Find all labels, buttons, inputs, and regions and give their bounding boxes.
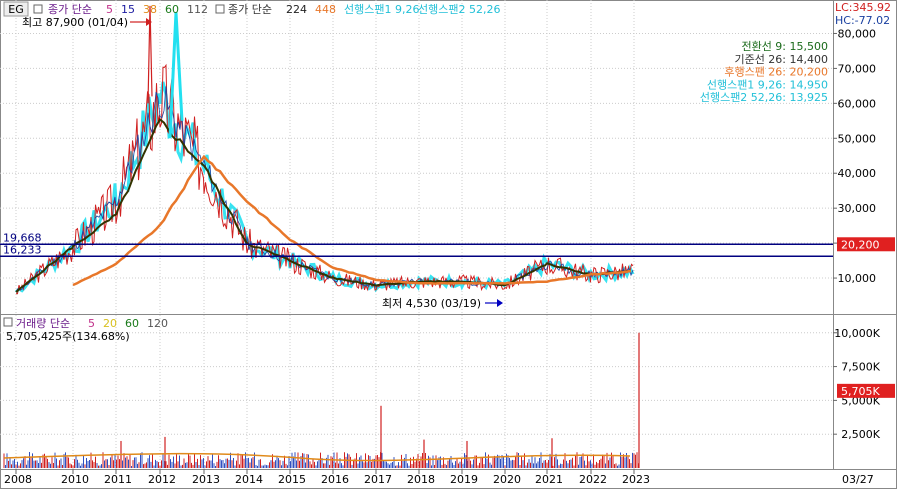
legend-ma-38: 38: [143, 3, 157, 16]
price-axis-label: 70,000: [838, 62, 877, 75]
date-axis-label: 2012: [148, 473, 176, 486]
volume-axis-label: 10,000K: [834, 327, 880, 340]
ichimoku-value-1: 전환선 9: 15,500: [741, 40, 828, 53]
date-axis-label: 2018: [407, 473, 435, 486]
stock-chart: 19,668 16,233 최고 87,900 (01/04) 최저 4,530 (0…: [0, 0, 897, 489]
legend-ma-112: 112: [187, 3, 208, 16]
volume-axis-label: 7,500K: [841, 361, 880, 374]
volume-tag: 5,705K: [841, 385, 880, 398]
price-axis-label: 30,000: [838, 202, 877, 215]
date-axis-label: 2021: [535, 473, 563, 486]
volume-legend-ma-120: 120: [147, 317, 168, 330]
ichimoku-value-2: 기준선 26: 14,400: [734, 53, 828, 66]
legend-ichimoku-2: 선행스팬2 52,26: [418, 3, 500, 16]
date-axis-label: 2022: [579, 473, 607, 486]
price-axis-label: 50,000: [838, 132, 877, 145]
volume-axis-label: 2,500K: [841, 428, 880, 441]
legend-ma-5: 5: [106, 3, 113, 16]
legend-ma-224: 224: [286, 3, 307, 16]
date-axis-label: 2016: [321, 473, 349, 486]
volume-legend-ma-20: 20: [103, 317, 117, 330]
lc-label: LC:345.92: [835, 1, 891, 14]
date-axis-label: 2011: [104, 473, 132, 486]
ichimoku-value-5: 선행스팬2 52,26: 13,925: [700, 91, 828, 104]
volume-legend-ma-60: 60: [125, 317, 139, 330]
symbol-label: EG: [8, 3, 23, 16]
date-axis-label: 2013: [192, 473, 220, 486]
hc-label: HC:-77.02: [835, 14, 890, 27]
legend-long-label: 종가 단순: [228, 3, 272, 16]
price-axis-label: 40,000: [838, 167, 877, 180]
date-axis-label: 2014: [235, 473, 263, 486]
min-annotation: 최저 4,530 (03/19): [382, 297, 481, 310]
legend-ma-15: 15: [121, 3, 135, 16]
volume-info: 5,705,425주(134.68%): [6, 330, 130, 343]
hline-label-lower: 16,233: [3, 243, 42, 256]
date-axis-label: 2023: [622, 473, 650, 486]
date-axis-label: 2015: [278, 473, 306, 486]
date-axis-label: 2017: [364, 473, 392, 486]
legend-ma-60: 60: [165, 3, 179, 16]
ichimoku-value-4: 선행스팬1 9,26: 14,950: [707, 78, 828, 91]
date-axis-label: 2010: [61, 473, 89, 486]
max-annotation: 최고 87,900 (01/04): [22, 16, 128, 29]
price-axis-label: 10,000: [838, 272, 877, 285]
volume-legend-label: 거래량 단순: [16, 317, 70, 330]
legend-ma-448: 448: [315, 3, 336, 16]
legend-ichimoku-1: 선행스팬1 9,26: [344, 3, 419, 16]
price-axis-label: 80,000: [838, 27, 877, 40]
legend-price-label: 종가 단순: [48, 3, 92, 16]
date-axis-label: 2008: [4, 473, 32, 486]
current-price-tag: 20,200: [841, 238, 880, 251]
date-axis-label: 2020: [493, 473, 521, 486]
chart-canvas[interactable]: 19,66816,233최고 87,900 (01/04)최저 4,530 (0…: [0, 0, 897, 489]
date-axis-label: 2019: [450, 473, 478, 486]
ichimoku-value-3: 후행스팬 26: 20,200: [724, 66, 828, 79]
price-axis-label: 60,000: [838, 97, 877, 110]
current-date-label: 03/27: [842, 473, 874, 486]
volume-legend-ma-5: 5: [88, 317, 95, 330]
